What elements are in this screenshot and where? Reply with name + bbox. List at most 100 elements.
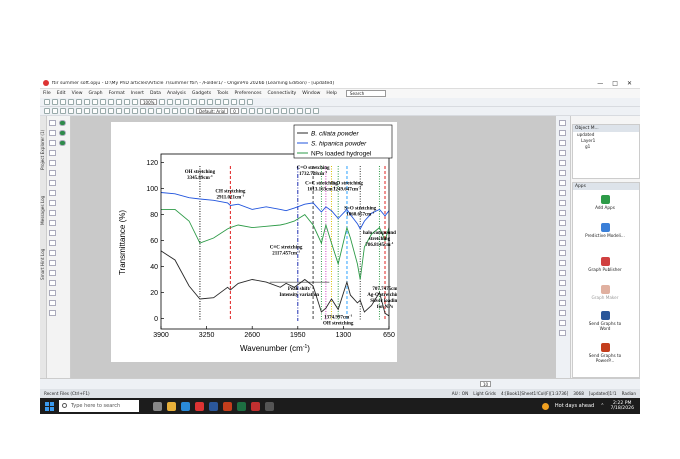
graph-tool-icon[interactable]: [559, 200, 566, 206]
weather-text[interactable]: Hot days ahead: [555, 403, 594, 409]
region-mask-icon[interactable]: [49, 180, 56, 186]
powerpoint-icon[interactable]: [223, 401, 232, 411]
app-graph-publisher[interactable]: Graph Publisher: [585, 257, 625, 272]
arrow-tool-icon[interactable]: [49, 200, 56, 206]
edge-icon[interactable]: [181, 401, 190, 411]
superscript-icon[interactable]: [264, 108, 271, 114]
graph-tool-icon[interactable]: [559, 240, 566, 246]
undo-icon[interactable]: [124, 99, 130, 105]
italic-icon[interactable]: [248, 108, 255, 114]
table-tool-icon[interactable]: [49, 260, 56, 266]
app-predictive-modeling[interactable]: Predictive Modeli...: [585, 223, 625, 238]
graph-tool-icon[interactable]: [559, 160, 566, 166]
screen-reader-icon[interactable]: [49, 160, 56, 166]
tool-icon[interactable]: [180, 108, 186, 114]
close-button[interactable]: ✕: [627, 80, 632, 87]
tool-icon[interactable]: [132, 108, 138, 114]
menu-edit[interactable]: Edit: [54, 91, 69, 96]
font-size-select[interactable]: 0: [230, 108, 239, 114]
dark-mode-icon[interactable]: [223, 99, 230, 105]
rescale-icon[interactable]: [175, 99, 182, 105]
tool-icon[interactable]: [116, 108, 122, 114]
legend-tool-icon[interactable]: [49, 270, 56, 276]
graph-tool-icon[interactable]: [559, 130, 566, 136]
zoom-value-select[interactable]: 10: [480, 381, 492, 387]
tool-icon[interactable]: [148, 108, 154, 114]
excel-icon[interactable]: [237, 401, 246, 411]
project-folder-icon[interactable]: [59, 130, 66, 136]
start-button[interactable]: [45, 401, 54, 411]
rectangle-tool-icon[interactable]: [49, 220, 56, 226]
app-send-graphs-to-powerpoint[interactable]: Send Graphs to PowerP...: [585, 343, 625, 363]
maximize-button[interactable]: □: [612, 80, 618, 87]
graph-tool-icon[interactable]: [559, 280, 566, 286]
minimize-button[interactable]: —: [597, 80, 603, 87]
subscript-icon[interactable]: [272, 108, 279, 114]
graph-tool-icon[interactable]: [559, 210, 566, 216]
taskbar-search-input[interactable]: Type here to search: [59, 400, 139, 412]
tool-icon[interactable]: [156, 108, 162, 114]
tool-icon[interactable]: [140, 108, 146, 114]
new-worksheet-icon[interactable]: [68, 99, 74, 105]
graph-tool-icon[interactable]: [559, 300, 566, 306]
graph-tool-icon[interactable]: [559, 120, 566, 126]
tray-chevron-icon[interactable]: ⌃: [600, 403, 604, 409]
graph-tool-icon[interactable]: [559, 150, 566, 156]
layer-icon[interactable]: [183, 99, 190, 105]
menu-analysis[interactable]: Analysis: [164, 91, 189, 96]
origin-icon[interactable]: [251, 401, 260, 411]
graph-tool-icon[interactable]: [559, 180, 566, 186]
equation-tool-icon[interactable]: [49, 250, 56, 256]
tool-icon[interactable]: [164, 108, 170, 114]
tool-icon[interactable]: [68, 108, 74, 114]
menu-preferences[interactable]: Preferences: [231, 91, 264, 96]
copy-icon[interactable]: [108, 99, 114, 105]
object-icon[interactable]: [49, 310, 56, 316]
zoom-out-icon[interactable]: [167, 99, 174, 105]
tool-icon[interactable]: [52, 108, 58, 114]
print-icon[interactable]: [100, 99, 106, 105]
menu-graph[interactable]: Graph: [86, 91, 106, 96]
bold-icon[interactable]: [240, 108, 247, 114]
tool-icon[interactable]: [44, 108, 50, 114]
search-input[interactable]: Search: [345, 90, 386, 97]
menu-file[interactable]: File: [40, 91, 54, 96]
color-scale-icon[interactable]: [49, 280, 56, 286]
project-folder-icon[interactable]: [59, 140, 66, 146]
tool-icon[interactable]: [172, 108, 178, 114]
graph-tool-icon[interactable]: [559, 250, 566, 256]
graph-page[interactable]: 3900 3250 2600 1950 1300 650 0 20 40 60 80 100 120 Wa…: [111, 122, 397, 362]
graph-tool-icon[interactable]: [559, 330, 566, 336]
import-icon[interactable]: [92, 99, 98, 105]
layer-icon[interactable]: [49, 290, 56, 296]
new-graph-icon[interactable]: [76, 99, 82, 105]
graph-tool-icon[interactable]: [559, 140, 566, 146]
code-builder-icon[interactable]: [191, 99, 198, 105]
line-color-icon[interactable]: [304, 108, 311, 114]
font-select[interactable]: Default: Arial: [196, 108, 229, 114]
menu-insert[interactable]: Insert: [128, 91, 147, 96]
new-matrix-icon[interactable]: [84, 99, 90, 105]
tool-icon[interactable]: [100, 108, 106, 114]
tool-icon[interactable]: [108, 108, 114, 114]
app-send-graphs-to-word[interactable]: Send Graphs to Word: [585, 311, 625, 331]
zoom-tool-icon[interactable]: [49, 130, 56, 136]
tab-project-explorer[interactable]: Project Explorer (1): [40, 120, 47, 180]
align-icon[interactable]: [288, 108, 295, 114]
polygon-tool-icon[interactable]: [49, 240, 56, 246]
data-reader-icon[interactable]: [49, 150, 56, 156]
graph-tool-icon[interactable]: [559, 220, 566, 226]
recent-files-link[interactable]: Recent Files (Ctrl+F1): [44, 391, 90, 396]
batch-icon[interactable]: [239, 99, 246, 105]
new-project-icon[interactable]: [44, 99, 50, 105]
menu-help[interactable]: Help: [323, 91, 339, 96]
menu-view[interactable]: View: [69, 91, 86, 96]
graph-tool-icon[interactable]: [559, 310, 566, 316]
underline-icon[interactable]: [256, 108, 263, 114]
app-icon[interactable]: [265, 401, 274, 411]
menu-gadgets[interactable]: Gadgets: [189, 91, 214, 96]
zoom-in-icon[interactable]: [159, 99, 166, 105]
tree-node[interactable]: g1: [573, 144, 639, 150]
refresh-icon[interactable]: [116, 99, 122, 105]
tab-messages-log[interactable]: Messages Log: [40, 188, 47, 232]
